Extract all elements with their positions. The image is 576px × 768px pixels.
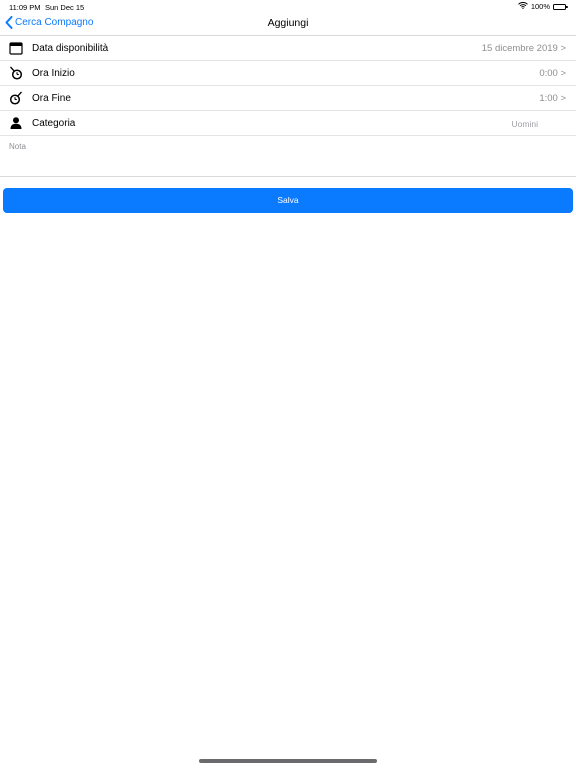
stopwatch-start-icon [9,66,23,80]
end-time-value: 1:00 > [539,93,566,104]
row-label: Data disponibilità [32,43,109,54]
status-date: Sun Dec 15 [45,3,85,12]
row-ora-inizio[interactable]: Ora Inizio 0:00 > [0,61,576,86]
row-ora-fine[interactable]: Ora Fine 1:00 > [0,86,576,111]
category-value: Uomini [511,119,538,129]
battery-icon [553,3,568,10]
person-icon [9,116,23,130]
status-time: 11:09 PM [9,3,41,12]
row-label: Ora Fine [32,93,71,104]
battery-percent: 100% [530,2,550,11]
note-label: Nota [9,142,26,151]
date-value: 15 dicembre 2019 > [481,43,566,54]
row-categoria[interactable]: Categoria Uomini [0,111,576,136]
home-indicator [199,759,377,763]
start-time-value: 0:00 > [539,68,566,79]
save-button[interactable]: Salva [3,188,573,213]
note-field[interactable]: Nota [0,136,576,177]
wifi-icon [517,2,528,11]
calendar-icon [9,41,23,55]
row-data-disponibilita[interactable]: Data disponibilità 15 dicembre 2019 > [0,36,576,61]
status-bar: 11:09 PM Sun Dec 15 100% [0,0,576,13]
row-label: Categoria [32,118,76,129]
stopwatch-end-icon [9,91,23,105]
navigation-bar: Cerca Compagno Aggiungi [0,13,576,36]
page-title: Aggiungi [267,17,309,29]
row-label: Ora Inizio [32,68,75,79]
status-indicators: 100% [517,2,568,11]
